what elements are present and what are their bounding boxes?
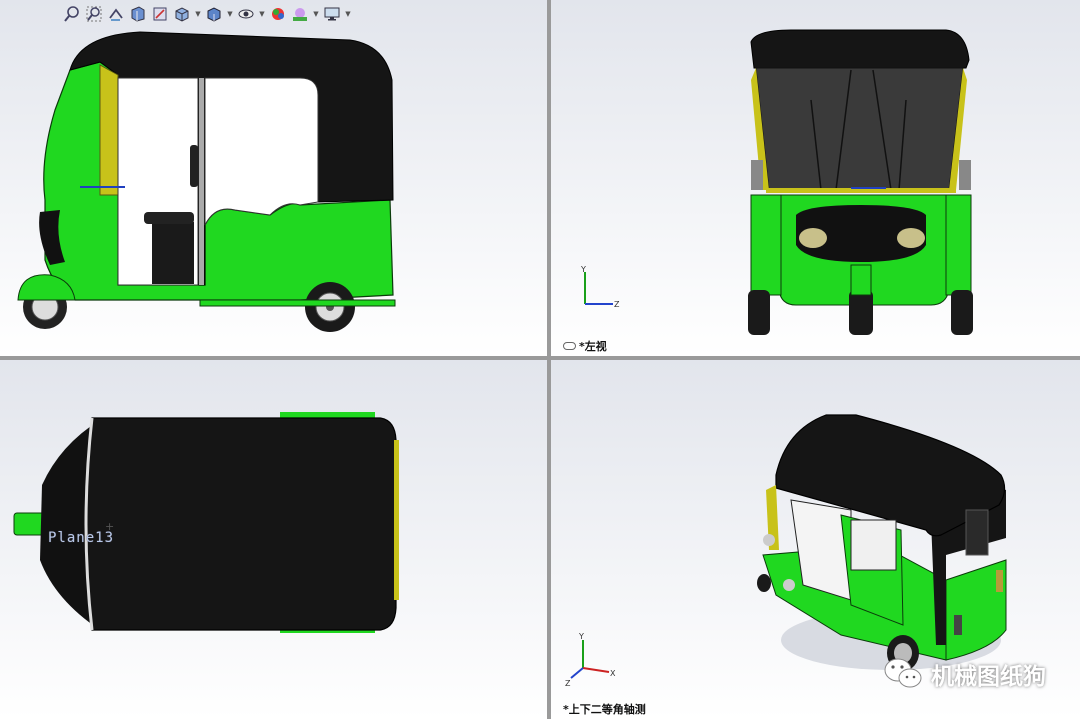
hide-show-items-icon[interactable] [236, 4, 256, 24]
view-orientation-icon[interactable] [172, 4, 192, 24]
viewport-bottom-left[interactable]: + Plane13 [0, 360, 547, 719]
view-name-label: *左视 [563, 338, 607, 354]
triad-z-label: Z [614, 300, 620, 309]
hide-show-dropdown-icon[interactable]: ▼ [258, 4, 266, 24]
wechat-icon [884, 658, 922, 688]
viewport-top-right[interactable]: Y Z *左视 [551, 0, 1080, 356]
viewport-bottom-right[interactable]: Y X Z *上下二等角轴测 机械图纸狗 [551, 360, 1080, 719]
display-style-dropdown-icon[interactable]: ▼ [226, 4, 234, 24]
apply-scene-icon[interactable] [290, 4, 310, 24]
edit-appearance-icon[interactable] [268, 4, 288, 24]
watermark-text: 机械图纸狗 [931, 664, 1046, 690]
apply-scene-dropdown-icon[interactable]: ▼ [312, 4, 320, 24]
coordinate-triad: Y Z [580, 265, 620, 309]
viewport-top-left[interactable]: ▼ ▼ ▼ ▼ ▼ [0, 0, 547, 356]
triad-z-label: Z [565, 679, 571, 688]
previous-view-icon[interactable] [106, 4, 126, 24]
view-name-text: *上下二等角轴测 [563, 703, 646, 716]
display-style-icon[interactable] [204, 4, 224, 24]
view-heads-up-toolbar: ▼ ▼ ▼ ▼ ▼ [62, 3, 352, 25]
coordinate-triad: Y X Z [565, 632, 616, 688]
zoom-to-area-icon[interactable] [84, 4, 104, 24]
triad-y-label: Y [580, 265, 586, 274]
section-view-icon[interactable] [128, 4, 148, 24]
view-orientation-dropdown-icon[interactable]: ▼ [194, 4, 202, 24]
link-view-icon[interactable] [563, 342, 576, 350]
watermark: 机械图纸狗 [883, 657, 1046, 691]
view-settings-icon[interactable] [322, 4, 342, 24]
triad-y-label: Y [578, 632, 584, 641]
triad-x-label: X [610, 669, 616, 678]
plane-label: Plane13 [48, 530, 115, 546]
view-name-text: *左视 [579, 340, 607, 353]
view-name-label: *上下二等角轴测 [563, 701, 646, 717]
view-settings-dropdown-icon[interactable]: ▼ [344, 4, 352, 24]
zoom-to-fit-icon[interactable] [62, 4, 82, 24]
dynamic-annotation-icon[interactable] [150, 4, 170, 24]
tuk-tuk-side-view [17, 31, 396, 332]
